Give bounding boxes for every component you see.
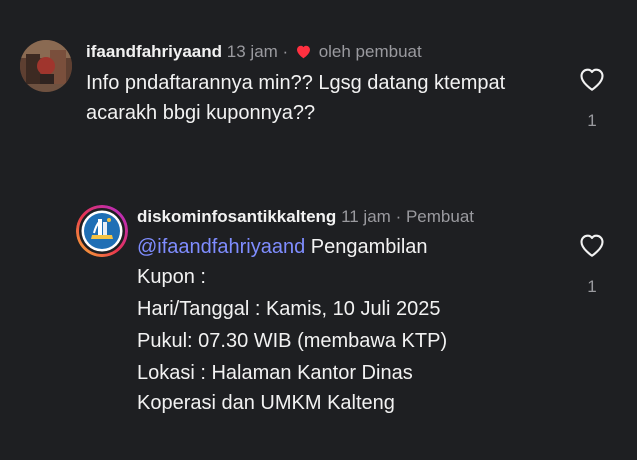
avatar[interactable] xyxy=(76,205,128,257)
author-tag: Pembuat xyxy=(405,207,475,226)
author-liked-heart-icon xyxy=(295,44,312,64)
author-liked-label: oleh pembuat xyxy=(318,42,422,61)
timestamp: 11 jam xyxy=(341,207,391,226)
comment-line: @ifaandfahriyaand Pengambilan xyxy=(137,232,557,262)
timestamp: 13 jam xyxy=(226,42,278,61)
username[interactable]: ifaandfahriyaand xyxy=(86,42,222,61)
like-heart-icon[interactable] xyxy=(578,68,606,96)
like-heart-icon[interactable] xyxy=(578,234,606,262)
username[interactable]: diskominfosantikkalteng xyxy=(137,207,336,226)
comment-meta: ifaandfahriyaand 13 jam · oleh pembuat xyxy=(86,42,422,64)
comment-text: Info pndaftarannya min?? Lgsg datang kte… xyxy=(86,72,506,124)
comments-thread: ifaandfahriyaand 13 jam · oleh pembuat I… xyxy=(0,0,637,460)
avatar[interactable] xyxy=(20,40,72,92)
comment-line: Lokasi : Halaman Kantor Dinas xyxy=(137,362,413,384)
comment-text: @ifaandfahriyaand Pengambilan Kupon : Ha… xyxy=(137,232,557,418)
comment-line: Pukul: 07.30 WIB (membawa KTP) xyxy=(137,330,448,352)
separator: · xyxy=(395,207,402,226)
comment-meta: diskominfosantikkalteng 11 jam · Pembuat xyxy=(137,207,474,227)
like-count: 1 xyxy=(587,277,597,296)
comment-line: Hari/Tanggal : Kamis, 10 Juli 2025 xyxy=(137,298,441,320)
story-ring-logo-icon xyxy=(76,205,128,257)
separator: · xyxy=(282,42,289,61)
comment-line-text: Pengambilan xyxy=(310,236,428,258)
comment-line: Koperasi dan UMKM Kalteng xyxy=(137,392,395,414)
comment-line: Kupon : xyxy=(137,266,206,288)
avatar-photo-icon xyxy=(20,40,72,92)
like-control: 1 xyxy=(577,66,607,131)
like-count: 1 xyxy=(587,111,597,130)
mention-link[interactable]: @ifaandfahriyaand xyxy=(137,236,305,258)
like-control: 1 xyxy=(577,232,607,297)
